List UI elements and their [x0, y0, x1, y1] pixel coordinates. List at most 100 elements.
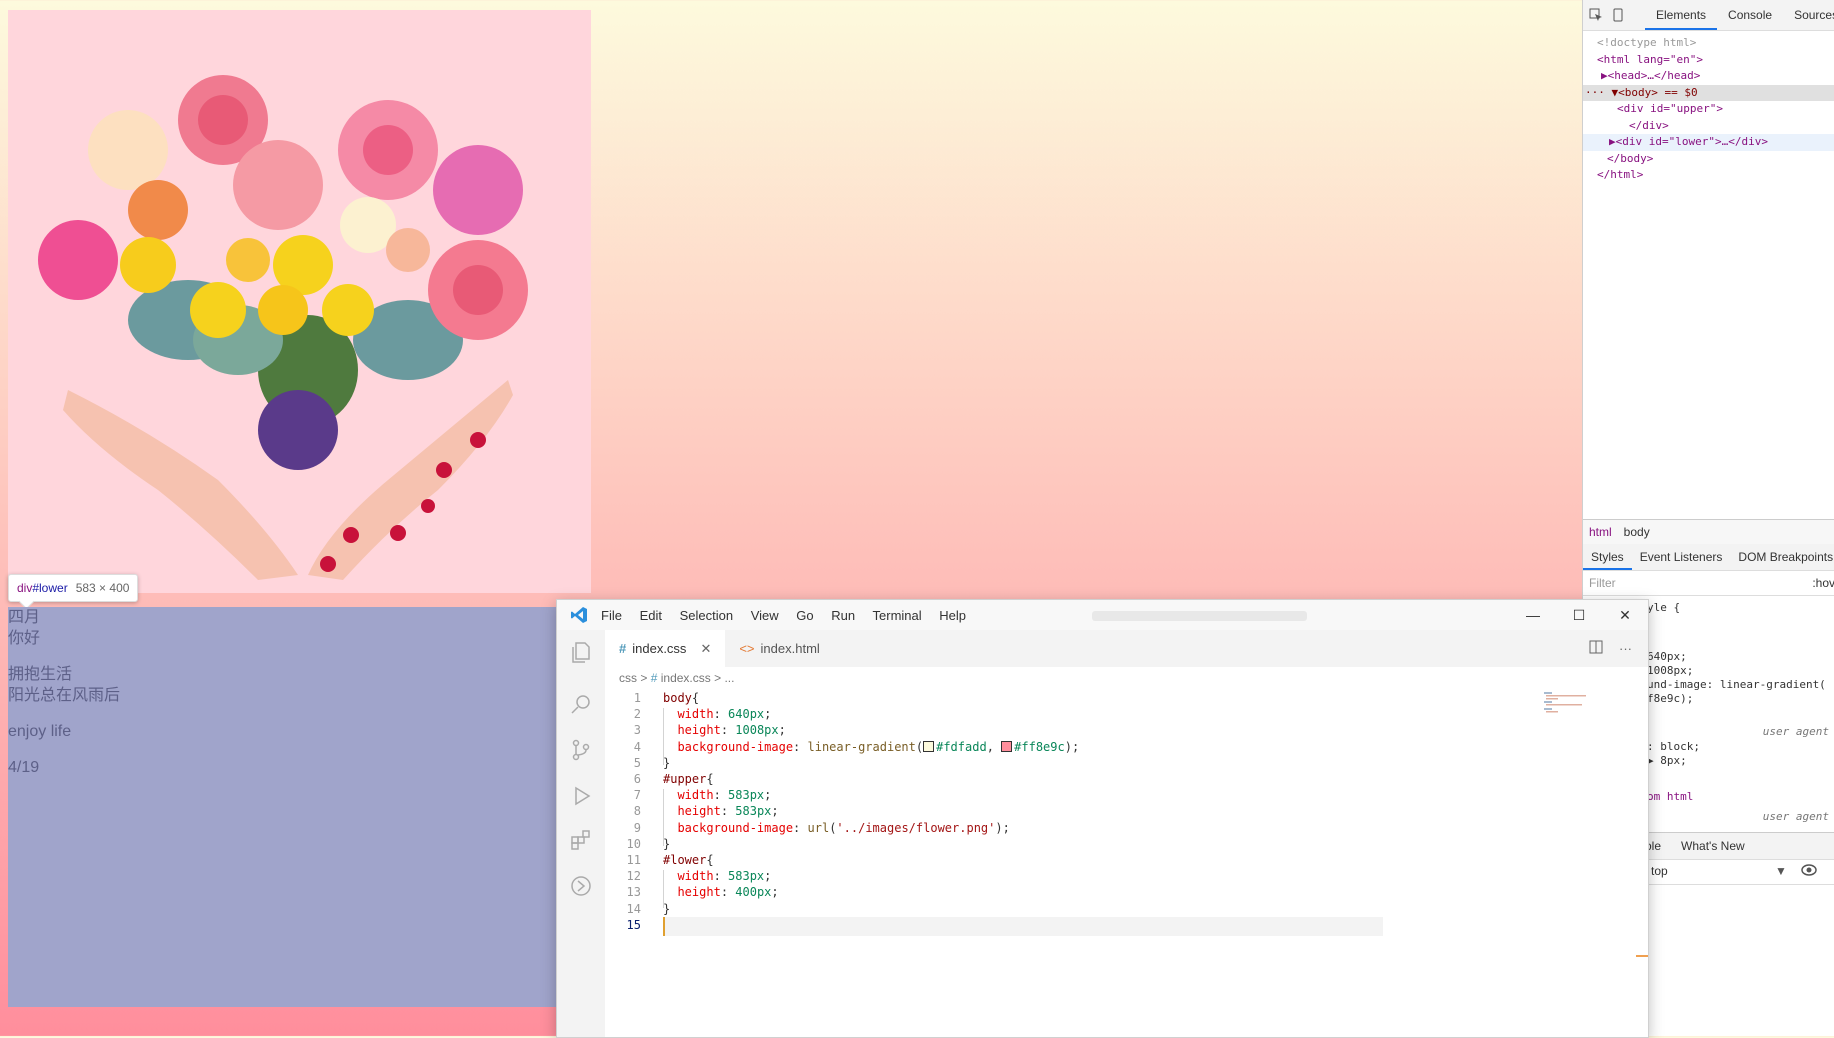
inspect-element-icon[interactable]: [1589, 7, 1603, 23]
tab-elements[interactable]: Elements: [1645, 0, 1718, 30]
style-line: yle {: [1647, 601, 1681, 614]
vscode-window: File Edit Selection View Go Run Terminal…: [556, 599, 1649, 1038]
tab-sources[interactable]: Sources: [1783, 0, 1834, 30]
filter-placeholder: Filter: [1589, 576, 1616, 590]
subtab-dom-breakpoints[interactable]: DOM Breakpoints: [1730, 544, 1834, 570]
editor-tabs: # index.css ✕ <> index.html: [605, 630, 1648, 667]
device-toolbar-icon[interactable]: [1611, 7, 1625, 23]
inherited-from-label: om html: [1647, 790, 1694, 803]
vscode-logo-icon: [557, 606, 601, 624]
code-line[interactable]: 4 background-image: linear-gradient(#fdf…: [605, 738, 1079, 757]
chevron-down-icon: ▼: [1775, 864, 1787, 878]
more-actions-icon[interactable]: ···: [1619, 641, 1632, 656]
vscode-titlebar: File Edit Selection View Go Run Terminal…: [557, 600, 1648, 631]
style-line: 1008px;: [1647, 664, 1694, 677]
minimize-icon[interactable]: —: [1510, 600, 1556, 630]
text-cursor: [663, 917, 665, 936]
crumb-symbol[interactable]: ...: [724, 671, 734, 685]
hov-toggle[interactable]: :hov: [1812, 576, 1834, 590]
vscode-menubar: File Edit Selection View Go Run Terminal…: [601, 608, 980, 623]
subtab-styles[interactable]: Styles: [1583, 544, 1632, 570]
crumb-css-folder[interactable]: css: [619, 671, 637, 685]
crumb-body[interactable]: body: [1618, 525, 1656, 539]
devtools-toolbar: Elements Console Sources: [1583, 0, 1834, 31]
run-debug-icon[interactable]: [569, 784, 593, 808]
styles-filter-input[interactable]: Filter :hov: [1583, 571, 1834, 596]
menu-view[interactable]: View: [751, 608, 779, 623]
lower-blank-line: [8, 706, 591, 721]
tab-index-html[interactable]: <> index.html: [725, 630, 833, 667]
menu-terminal[interactable]: Terminal: [873, 608, 922, 623]
menu-selection[interactable]: Selection: [680, 608, 733, 623]
remote-explorer-icon[interactable]: [569, 874, 593, 898]
dom-node-hovered[interactable]: ▶<div id="lower">…</div>: [1583, 134, 1834, 151]
css-file-icon: #: [650, 671, 658, 685]
code-line[interactable]: 15: [605, 916, 663, 935]
style-line: : block;: [1647, 740, 1700, 753]
tooltip-dimensions: 583 × 400: [75, 581, 130, 595]
styles-subtabs: Styles Event Listeners DOM Breakpoints: [1583, 544, 1834, 571]
style-line: und-image: linear-gradient(: [1647, 678, 1826, 691]
maximize-icon[interactable]: ☐: [1556, 600, 1602, 630]
dom-node[interactable]: <div id="upper">: [1583, 101, 1834, 118]
tooltip-tag: div: [17, 581, 33, 595]
lower-text-line: 拥抱生活: [8, 666, 73, 683]
editor-actions: ···: [1573, 630, 1632, 667]
lower-text-line: enjoy life: [8, 723, 72, 740]
lower-text-line: 阳光总在风雨后: [8, 687, 121, 704]
minimap[interactable]: [1544, 691, 1636, 715]
lower-text-line: 你好: [8, 630, 41, 647]
lower-text-line: 4/19: [8, 759, 40, 776]
subtab-event-listeners[interactable]: Event Listeners: [1632, 544, 1731, 570]
window-title-blurred: [1092, 611, 1307, 621]
devtools-breadcrumb: html body: [1583, 519, 1834, 545]
css-file-icon: #: [619, 641, 627, 656]
tooltip-id: #lower: [32, 581, 68, 595]
explorer-icon[interactable]: [569, 640, 593, 664]
current-line-highlight: [663, 917, 1383, 936]
drawer-tab-whats-new[interactable]: What's New: [1671, 839, 1755, 853]
menu-go[interactable]: Go: [796, 608, 813, 623]
lower-blank-line: [8, 649, 591, 664]
window-controls: — ☐ ✕: [1510, 600, 1648, 630]
style-line: ▶ 8px;: [1647, 754, 1687, 767]
eye-icon[interactable]: [1801, 863, 1817, 879]
dom-node[interactable]: </div>: [1583, 118, 1834, 135]
lower-text-line: 四月: [8, 609, 41, 626]
tab-console[interactable]: Console: [1717, 0, 1783, 30]
tab-index-css[interactable]: # index.css ✕: [605, 630, 726, 667]
style-line: f8e9c);: [1647, 692, 1694, 705]
crumb-separator: >: [714, 671, 722, 685]
source-control-icon[interactable]: [569, 738, 593, 762]
menu-edit[interactable]: Edit: [640, 608, 662, 623]
tab-label: index.html: [760, 641, 820, 656]
dom-node[interactable]: ▶<head>…</head>: [1583, 68, 1834, 85]
flower-bouquet-image: [8, 10, 591, 593]
menu-run[interactable]: Run: [831, 608, 855, 623]
close-tab-icon[interactable]: ✕: [700, 641, 711, 657]
split-editor-icon[interactable]: [1589, 640, 1603, 657]
dom-node-selected[interactable]: ··· ▼<body> == $0: [1583, 84, 1834, 101]
extensions-icon[interactable]: [569, 828, 593, 852]
dom-node[interactable]: <!doctype html>: [1583, 35, 1834, 52]
dom-node[interactable]: </html>: [1583, 167, 1834, 184]
menu-help[interactable]: Help: [939, 608, 966, 623]
crumb-file[interactable]: index.css: [661, 671, 711, 685]
code-editor[interactable]: 1 body{2 width: 640px; 3 height: 1008px; 4 …: [605, 689, 1648, 1037]
tab-label: index.css: [632, 641, 687, 656]
upper-div-flower-image: [8, 10, 591, 593]
inspect-tooltip: div#lower 583 × 400: [8, 574, 139, 602]
activity-bar: [557, 630, 606, 1037]
dom-tree: <!doctype html> <html lang="en"> ▶<head>…: [1583, 31, 1834, 184]
user-agent-label: user agent: [1762, 725, 1829, 738]
editor-breadcrumb: css > # index.css > ...: [605, 667, 1648, 689]
crumb-separator: >: [640, 671, 648, 685]
html-file-icon: <>: [739, 641, 755, 656]
dom-node[interactable]: <html lang="en">: [1583, 52, 1834, 69]
crumb-html[interactable]: html: [1583, 525, 1618, 539]
search-icon[interactable]: [569, 692, 593, 716]
dom-node[interactable]: </body>: [1583, 151, 1834, 168]
menu-file[interactable]: File: [601, 608, 622, 623]
close-icon[interactable]: ✕: [1602, 600, 1648, 630]
user-agent-label: user agent: [1762, 810, 1829, 823]
